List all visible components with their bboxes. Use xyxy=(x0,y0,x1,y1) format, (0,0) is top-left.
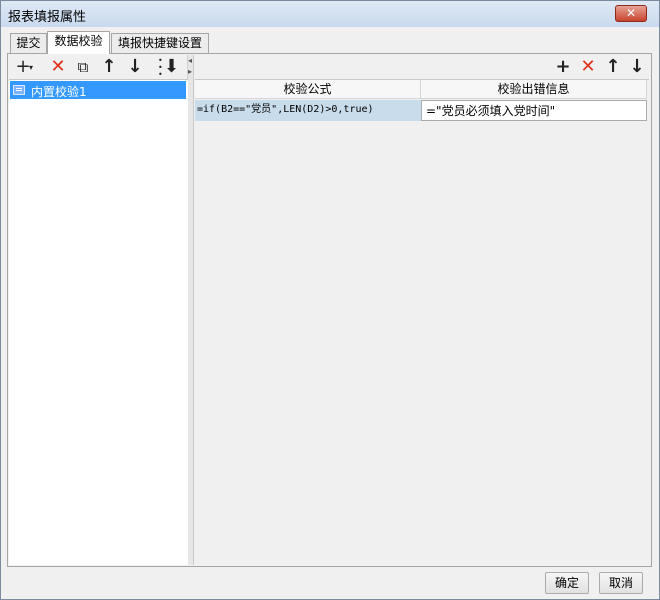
formula-pane: + ✕ ↑ ↓ 校验公式 校验出错信息 =if(B2=="党员",LEN(D2)… xyxy=(194,55,650,566)
move-down-button[interactable]: ↓ xyxy=(126,57,144,77)
move-up-icon: ↑ xyxy=(605,56,621,77)
move-down-icon: ↓ xyxy=(629,56,645,77)
validation-list[interactable]: 内置校验1 xyxy=(9,79,188,565)
move-bottom-icon: ⬇ xyxy=(164,56,180,77)
cancel-button[interactable]: 取消 xyxy=(599,572,643,594)
window-title: 报表填报属性 xyxy=(8,10,87,25)
expand-right-icon[interactable]: ▸ xyxy=(188,68,192,76)
add-formula-button[interactable]: + xyxy=(554,57,572,77)
column-header-error-message[interactable]: 校验出错信息 xyxy=(421,80,647,99)
move-formula-up-button[interactable]: ↑ xyxy=(604,57,622,77)
column-header-formula[interactable]: 校验公式 xyxy=(195,80,421,99)
delete-formula-button[interactable]: ✕ xyxy=(579,57,597,77)
move-bottom-button[interactable]: • • • ⬇ xyxy=(157,56,181,79)
move-up-icon: ↑ xyxy=(101,56,117,77)
title-bar[interactable]: 报表填报属性 ✕ xyxy=(1,1,659,27)
validation-formula-table: 校验公式 校验出错信息 =if(B2=="党员",LEN(D2)>0,true)… xyxy=(195,79,649,566)
tab-label: 提交 xyxy=(16,36,41,50)
tab-data-validation[interactable]: 数据校验 xyxy=(47,31,110,54)
move-formula-down-button[interactable]: ↓ xyxy=(628,57,646,77)
copy-button[interactable]: ⧉ xyxy=(74,57,92,77)
close-button[interactable]: ✕ xyxy=(615,5,647,22)
add-icon: + xyxy=(555,56,571,77)
delete-icon: ✕ xyxy=(580,56,596,77)
tab-label: 填报快捷键设置 xyxy=(117,36,202,50)
validation-list-pane: + ▾ ✕ ⧉ ↑ ↓ • • • ⬇ 内置校验1 xyxy=(9,55,188,565)
close-icon: ✕ xyxy=(625,6,637,20)
delete-button[interactable]: ✕ xyxy=(49,57,67,77)
tab-shortcut-settings[interactable]: 填报快捷键设置 xyxy=(111,33,209,53)
tab-label: 数据校验 xyxy=(54,34,103,48)
move-up-button[interactable]: ↑ xyxy=(100,57,118,77)
collapse-left-icon[interactable]: ◂ xyxy=(188,57,192,65)
list-item[interactable]: 内置校验1 xyxy=(10,81,186,99)
delete-icon: ✕ xyxy=(50,56,66,77)
left-toolbar: + ▾ ✕ ⧉ ↑ ↓ • • • ⬇ xyxy=(9,55,188,79)
list-item-label: 内置校验1 xyxy=(31,85,87,99)
ok-button[interactable]: 确定 xyxy=(545,572,589,594)
right-toolbar: + ✕ ↑ ↓ xyxy=(194,55,650,79)
validation-item-icon xyxy=(13,85,25,95)
add-dropdown-button[interactable]: + ▾ xyxy=(14,57,33,77)
move-down-icon: ↓ xyxy=(127,56,143,77)
tab-submit[interactable]: 提交 xyxy=(10,33,47,53)
formula-cell[interactable]: =if(B2=="党员",LEN(D2)>0,true) xyxy=(195,100,421,121)
copy-icon: ⧉ xyxy=(77,58,89,76)
error-message-cell[interactable]: ="党员必须填入党时间" xyxy=(421,100,647,121)
